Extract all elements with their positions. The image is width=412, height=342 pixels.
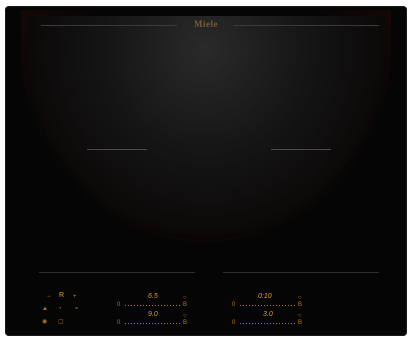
clock-icon[interactable]: ◔ — [58, 306, 62, 312]
zone-value: 0:10 — [258, 293, 272, 300]
timer-icon[interactable]: ○ — [298, 295, 302, 301]
timer-icon[interactable]: ○ — [298, 313, 302, 319]
warning-icon[interactable]: ▲ — [42, 306, 48, 312]
zone-value: 3.0 — [263, 311, 273, 318]
brand-logo: Miele — [194, 19, 218, 29]
scale-end-label: B — [183, 320, 188, 326]
zone-value: 6.5 — [148, 293, 158, 300]
control-strip-left — [39, 272, 195, 273]
scale-start-label: 0 — [232, 320, 236, 326]
plus-button[interactable]: + — [73, 294, 77, 300]
timer-icon[interactable]: ○ — [183, 295, 187, 301]
power-slider[interactable] — [125, 305, 181, 306]
power-icon[interactable]: ◉ — [42, 319, 47, 325]
power-slider[interactable] — [240, 305, 296, 306]
lock-icon[interactable]: ▢ — [58, 319, 64, 325]
scale-end-label: B — [183, 302, 188, 308]
minus-button[interactable]: − — [47, 294, 51, 300]
zone-marker-left — [87, 149, 147, 150]
zone-value: 9.0 — [148, 311, 158, 318]
zone-marker-right — [271, 149, 331, 150]
timer-icon[interactable]: ○ — [183, 313, 187, 319]
control-strip-right — [223, 272, 379, 273]
wifi-icon[interactable]: ≈ — [75, 306, 78, 312]
scale-start-label: 0 — [117, 320, 121, 326]
power-slider[interactable] — [125, 323, 181, 324]
scale-start-label: 0 — [232, 302, 236, 308]
scale-end-label: B — [298, 320, 303, 326]
wok-cooking-zone[interactable] — [27, 16, 385, 236]
cooktop-surface: Miele − R + ▲ ◔ ≈ ◉ ▢ 6.5 ○ 0 B 9.0 ○ 0 … — [5, 6, 407, 336]
booster-display: R — [59, 292, 65, 299]
scale-start-label: 0 — [117, 302, 121, 308]
power-slider[interactable] — [240, 323, 296, 324]
scale-end-label: B — [298, 302, 303, 308]
